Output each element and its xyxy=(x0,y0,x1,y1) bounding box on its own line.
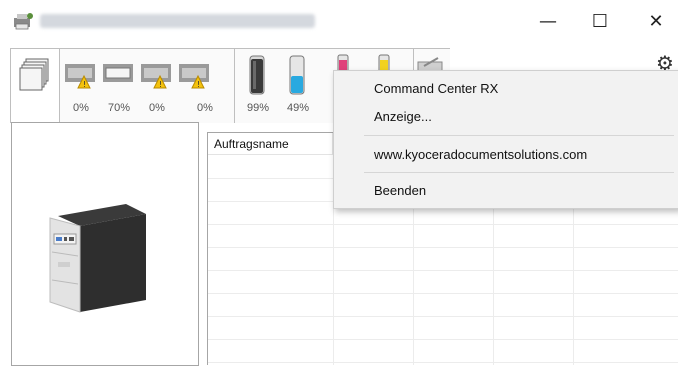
paper-tray-1-icon: ! xyxy=(64,60,98,90)
paper-tray-2-level: 70% xyxy=(107,102,131,114)
toner-black-level: 99% xyxy=(246,102,270,114)
toner-cyan-icon xyxy=(288,54,306,96)
paper-tray-4-icon: ! xyxy=(178,60,212,90)
paper-tray-1-level: 0% xyxy=(73,102,89,114)
svg-text:!: ! xyxy=(83,80,86,89)
stacked-pages-icon xyxy=(19,58,49,91)
paper-tray-3-icon: ! xyxy=(140,60,174,90)
menu-item-website-link[interactable]: www.kyoceradocumentsolutions.com xyxy=(334,141,678,169)
menu-item-anzeige[interactable]: Anzeige... xyxy=(334,103,678,131)
menu-separator xyxy=(364,135,674,136)
table-row xyxy=(208,247,678,271)
window-title-blurred xyxy=(40,14,315,28)
tab-jobs[interactable] xyxy=(10,48,60,123)
toner-cyan-level: 49% xyxy=(286,102,310,114)
minimize-button[interactable]: — xyxy=(526,6,570,36)
close-button[interactable]: ✕ xyxy=(634,6,678,36)
menu-item-beenden[interactable]: Beenden xyxy=(334,177,678,205)
table-row xyxy=(208,293,678,317)
menu-separator xyxy=(364,172,674,173)
printer-app-icon xyxy=(14,13,33,30)
paper-tray-3-level: 0% xyxy=(149,102,165,114)
table-row xyxy=(208,224,678,248)
toner-black-icon xyxy=(248,54,266,96)
paper-tray-4-level: 0% xyxy=(197,102,213,114)
table-row xyxy=(208,339,678,363)
table-row xyxy=(208,270,678,294)
printer-image xyxy=(49,204,146,313)
svg-text:!: ! xyxy=(197,80,200,89)
paper-tray-2-icon xyxy=(102,60,136,90)
maximize-button[interactable]: ☐ xyxy=(578,6,622,36)
menu-item-command-center-rx[interactable]: Command Center RX xyxy=(334,75,678,103)
context-menu: Command Center RX Anzeige... www.kyocera… xyxy=(333,70,678,209)
table-row xyxy=(208,316,678,340)
column-header-auftragsname[interactable]: Auftragsname xyxy=(208,133,333,155)
svg-text:!: ! xyxy=(159,80,162,89)
